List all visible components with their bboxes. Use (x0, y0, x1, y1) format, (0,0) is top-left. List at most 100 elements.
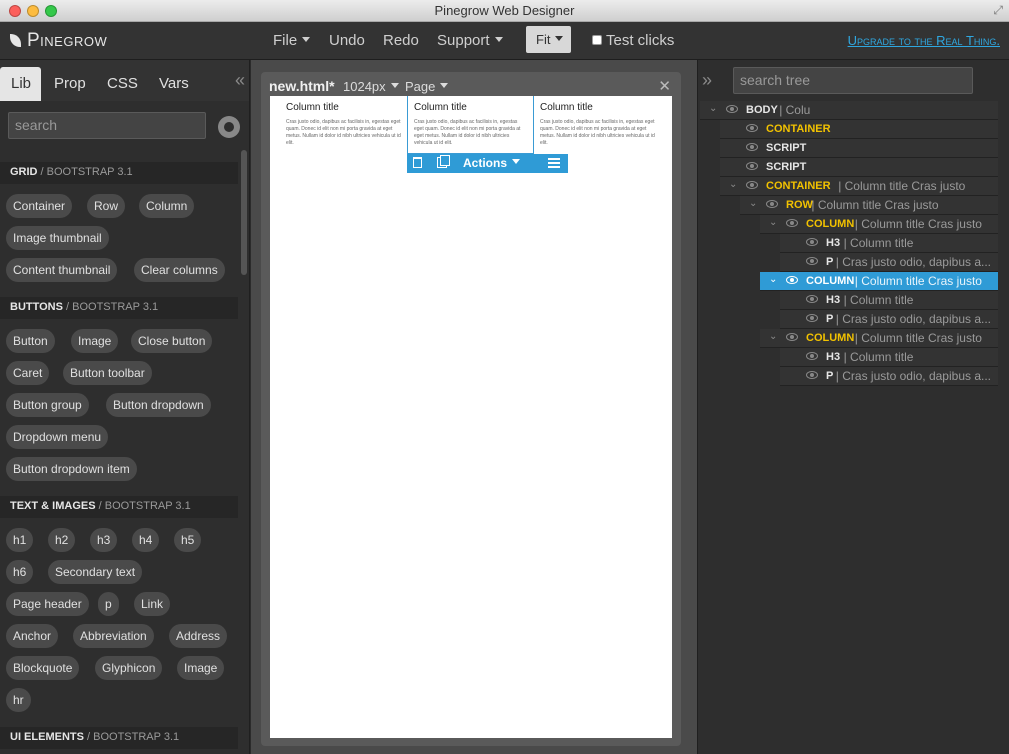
lib-item-page-header[interactable]: Page header (6, 592, 89, 616)
trash-icon[interactable] (413, 157, 422, 168)
page-size-dropdown[interactable]: 1024px (343, 79, 399, 94)
lib-item-button-group[interactable]: Button group (6, 393, 89, 417)
eye-icon[interactable] (726, 105, 738, 113)
test-clicks-toggle[interactable]: Test clicks (592, 32, 674, 49)
duplicate-icon[interactable] (437, 155, 450, 168)
lib-item-glyphicon[interactable]: Glyphicon (95, 656, 163, 680)
redo-button[interactable]: Redo (383, 32, 419, 49)
eye-icon[interactable] (746, 143, 758, 151)
eye-icon[interactable] (806, 238, 818, 246)
close-icon[interactable]: ✕ (658, 77, 671, 95)
eye-icon[interactable] (806, 314, 818, 322)
lib-item-p[interactable]: p (98, 592, 119, 616)
tree-node[interactable]: P | Cras justo odio, dapibus a... (780, 367, 998, 386)
lib-item-image-thumbnail[interactable]: Image thumbnail (6, 226, 109, 250)
preview-column-selected[interactable]: Column title Cras justo odio, dapibus ac… (407, 96, 534, 154)
tab-prop[interactable]: Prop (54, 67, 86, 101)
fullscreen-icon[interactable]: ⤢ (993, 3, 1003, 18)
eye-icon[interactable] (806, 257, 818, 265)
lib-item-h4[interactable]: h4 (132, 528, 160, 552)
tree-node[interactable]: SCRIPT (720, 139, 998, 158)
tree-node[interactable]: ⌄ COLUMN | Column title Cras justo (760, 329, 998, 348)
column-title: Column title (540, 102, 593, 113)
eye-icon[interactable] (766, 200, 778, 208)
lib-item-close-button[interactable]: Close button (131, 329, 213, 353)
lib-item-h2[interactable]: h2 (48, 528, 76, 552)
support-menu[interactable]: Support (437, 32, 503, 49)
tree-node[interactable]: SCRIPT (720, 158, 998, 177)
tree-node[interactable]: ⌄ COLUMN | Column title Cras justo (760, 215, 998, 234)
lib-item-button[interactable]: Button (6, 329, 55, 353)
undo-button[interactable]: Undo (329, 32, 365, 49)
tree-node[interactable]: CONTAINER (720, 120, 998, 139)
lib-item-hr[interactable]: hr (6, 688, 31, 712)
eye-icon[interactable] (786, 219, 798, 227)
lib-item-image[interactable]: Image (71, 329, 119, 353)
menu-icon[interactable] (548, 158, 560, 168)
preview-column[interactable]: Column title Cras justo odio, dapibus ac… (534, 96, 661, 154)
collapse-right-icon[interactable]: » (702, 70, 712, 91)
eye-icon[interactable] (786, 333, 798, 341)
lib-item-h6[interactable]: h6 (6, 560, 34, 584)
eye-icon[interactable] (806, 371, 818, 379)
tab-css[interactable]: CSS (107, 67, 138, 101)
lib-item-image-2[interactable]: Image (177, 656, 225, 680)
lib-item-column[interactable]: Column (139, 194, 195, 218)
lib-item-button-dropdown[interactable]: Button dropdown (106, 393, 211, 417)
fit-dropdown[interactable]: Fit (526, 26, 571, 53)
lib-item-link[interactable]: Link (134, 592, 171, 616)
chevron-down-icon[interactable]: ⌄ (729, 179, 737, 190)
chevron-down-icon[interactable]: ⌄ (769, 274, 777, 285)
chevron-down-icon[interactable]: ⌄ (769, 217, 777, 228)
library-search-input[interactable]: search (8, 112, 206, 139)
lib-item-address[interactable]: Address (169, 624, 228, 648)
library-scrollbar[interactable] (241, 150, 247, 275)
chevron-down-icon (390, 83, 399, 88)
lib-item-button-dropdown-item[interactable]: Button dropdown item (6, 457, 137, 481)
page-preview[interactable]: Column title Cras justo odio, dapibus ac… (270, 96, 672, 738)
tree-node[interactable]: ⌄ COLUMN | Column title Cras justo (760, 272, 998, 291)
chevron-down-icon[interactable]: ⌄ (749, 198, 757, 209)
lib-item-anchor[interactable]: Anchor (6, 624, 59, 648)
tree-node[interactable]: P | Cras justo odio, dapibus a... (780, 310, 998, 329)
lib-item-button-toolbar[interactable]: Button toolbar (63, 361, 152, 385)
gear-icon[interactable] (218, 116, 240, 138)
tree-node[interactable]: H3 | Column title (780, 348, 998, 367)
lib-item-abbreviation[interactable]: Abbreviation (73, 624, 154, 648)
lib-item-h1[interactable]: h1 (6, 528, 34, 552)
eye-icon[interactable] (746, 124, 758, 132)
eye-icon[interactable] (786, 276, 798, 284)
eye-icon[interactable] (806, 352, 818, 360)
test-clicks-checkbox[interactable] (592, 35, 602, 45)
eye-icon[interactable] (746, 162, 758, 170)
lib-item-container[interactable]: Container (6, 194, 73, 218)
upgrade-link[interactable]: Upgrade to the Real Thing. (848, 33, 1000, 48)
lib-item-content-thumbnail[interactable]: Content thumbnail (6, 258, 118, 282)
tree-node[interactable]: H3 | Column title (780, 291, 998, 310)
collapse-left-icon[interactable]: « (235, 70, 245, 91)
tree-node[interactable]: ⌄ CONTAINER | Column title Cras justo (720, 177, 998, 196)
page-menu-dropdown[interactable]: Page (405, 79, 449, 94)
eye-icon[interactable] (806, 295, 818, 303)
actions-dropdown[interactable]: Actions (463, 156, 521, 170)
tab-vars[interactable]: Vars (159, 67, 189, 101)
tree-node[interactable]: ⌄ ROW | Column title Cras justo (740, 196, 998, 215)
lib-item-row[interactable]: Row (87, 194, 126, 218)
lib-item-h3[interactable]: h3 (90, 528, 118, 552)
preview-column[interactable]: Column title Cras justo odio, dapibus ac… (280, 96, 407, 154)
tree-node[interactable]: P | Cras justo odio, dapibus a... (780, 253, 998, 272)
tree-node[interactable]: ⌄ BODY | Colu (700, 101, 998, 120)
tab-lib[interactable]: Lib (0, 67, 41, 101)
eye-icon[interactable] (746, 181, 758, 189)
lib-item-dropdown-menu[interactable]: Dropdown menu (6, 425, 109, 449)
lib-item-blockquote[interactable]: Blockquote (6, 656, 80, 680)
chevron-down-icon[interactable]: ⌄ (769, 331, 777, 342)
lib-item-clear-columns[interactable]: Clear columns (134, 258, 225, 282)
tree-search-input[interactable]: search tree (733, 67, 973, 94)
lib-item-h5[interactable]: h5 (174, 528, 202, 552)
file-menu[interactable]: File (273, 32, 311, 49)
lib-item-caret[interactable]: Caret (6, 361, 50, 385)
chevron-down-icon[interactable]: ⌄ (709, 103, 717, 114)
lib-item-secondary-text[interactable]: Secondary text (48, 560, 143, 584)
tree-node[interactable]: H3 | Column title (780, 234, 998, 253)
